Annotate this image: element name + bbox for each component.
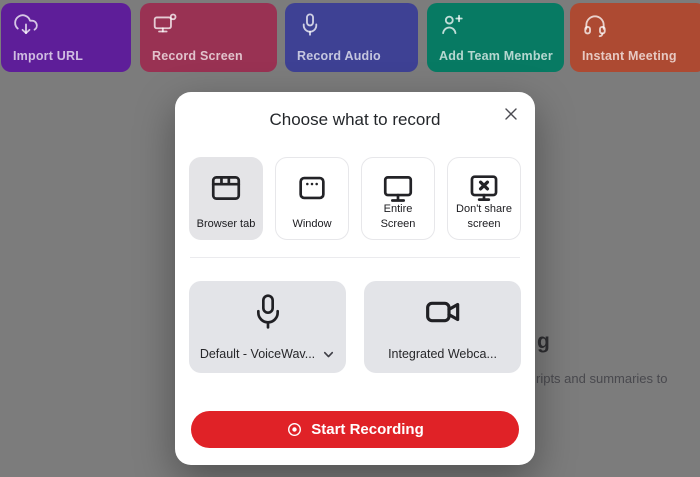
chevron-down-icon [322, 348, 335, 361]
record-dot-icon [286, 421, 303, 438]
cloud-download-icon [13, 12, 39, 38]
monitor-icon [381, 171, 415, 205]
action-card-label: Record Audio [297, 49, 381, 63]
device-selectors: Default - VoiceWav... Integrated Webca..… [189, 281, 521, 373]
microphone-label-row: Default - VoiceWav... [189, 347, 346, 361]
action-card-add-team-member[interactable]: Add Team Member [427, 3, 564, 72]
modal-title: Choose what to record [269, 110, 441, 129]
microphone-icon [297, 12, 323, 38]
option-dont-share-screen[interactable]: Don't share screen [447, 157, 521, 240]
user-plus-icon [439, 12, 465, 38]
browser-tab-icon [209, 171, 243, 205]
option-window[interactable]: Window [275, 157, 349, 240]
action-card-label: Import URL [13, 49, 84, 63]
camera-device-label: Integrated Webca... [388, 347, 497, 361]
option-entire-screen[interactable]: Entire Screen [361, 157, 435, 240]
start-recording-label: Start Recording [311, 421, 424, 438]
action-card-label: Add Team Member [439, 49, 553, 63]
action-card-label: Instant Meeting [582, 49, 677, 63]
record-modal: Choose what to record Browser tab Window… [175, 92, 535, 465]
monitor-x-icon [467, 171, 501, 205]
start-recording-button[interactable]: Start Recording [191, 411, 519, 448]
background-paragraph-fragment: ripts and summaries to [536, 371, 668, 386]
microphone-device-label: Default - VoiceWav... [199, 347, 316, 361]
close-button[interactable] [500, 103, 522, 125]
section-divider [190, 257, 520, 258]
app-window: Import URL Record Screen Record Audio Ad… [0, 0, 700, 477]
action-card-label: Record Screen [152, 49, 243, 63]
action-card-record-screen[interactable]: Record Screen [140, 3, 277, 72]
action-card-import-url[interactable]: Import URL [1, 3, 131, 72]
microphone-icon [248, 292, 288, 332]
option-label: Entire Screen [380, 203, 416, 230]
option-browser-tab[interactable]: Browser tab [189, 157, 263, 240]
camera-label-row: Integrated Webca... [364, 347, 521, 361]
microphone-select[interactable]: Default - VoiceWav... [189, 281, 346, 373]
action-card-record-audio[interactable]: Record Audio [285, 3, 418, 72]
option-label: Browser tab [196, 217, 256, 230]
headset-icon [582, 12, 608, 38]
camera-select[interactable]: Integrated Webca... [364, 281, 521, 373]
option-label: Window [292, 217, 332, 230]
option-label: Don't share screen [456, 203, 512, 230]
source-options: Browser tab Window Entire Screen Don't s… [189, 157, 521, 240]
screen-record-icon [152, 12, 178, 38]
close-icon [504, 107, 518, 121]
window-icon [295, 171, 329, 205]
action-card-instant-meeting[interactable]: Instant Meeting [570, 3, 700, 72]
video-camera-icon [423, 292, 463, 332]
background-heading-fragment: g [537, 330, 550, 353]
